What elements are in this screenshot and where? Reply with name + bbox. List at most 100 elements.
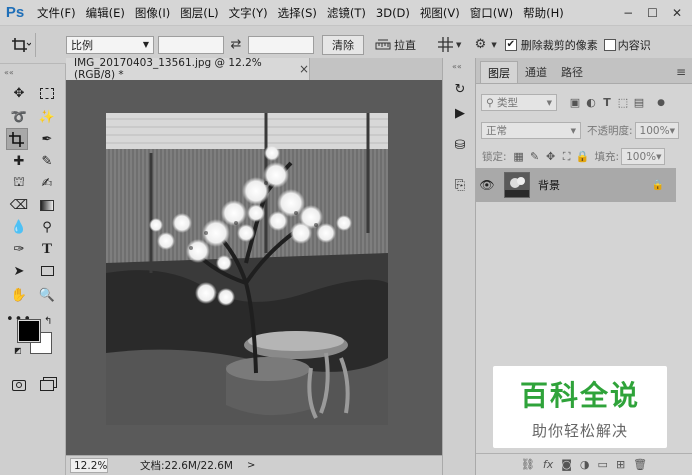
quick-mask-icon[interactable] [8, 374, 30, 396]
gradient-tool-icon[interactable] [36, 194, 58, 216]
lasso-tool-icon[interactable]: ➰ [8, 106, 30, 128]
brush-tool-icon[interactable]: ✎ [36, 150, 58, 172]
blur-tool-icon[interactable]: 💧 [8, 216, 30, 238]
search-icon: ⚲ [486, 97, 494, 109]
menu-window[interactable]: 窗口(W) [465, 5, 518, 21]
filter-shape-icon[interactable]: ⬚ [615, 96, 631, 109]
group-icon[interactable]: ▭ [598, 458, 608, 471]
crop-ratio-select[interactable]: 比例 ▼ [66, 35, 154, 54]
filter-type-icon[interactable]: T [599, 96, 615, 109]
swap-colors-icon[interactable]: ↰ [44, 316, 52, 327]
clone-stamp-tool-icon[interactable]: ⛫ [8, 172, 30, 194]
menu-filter[interactable]: 滤镜(T) [322, 5, 371, 21]
rectangle-tool-icon[interactable] [36, 260, 58, 282]
default-colors-icon[interactable]: ◩ [14, 346, 22, 355]
menu-type[interactable]: 文字(Y) [224, 5, 273, 21]
trash-icon[interactable]: 🗑 [633, 458, 647, 471]
history-brush-tool-icon[interactable]: ✍ [36, 172, 58, 194]
menu-edit[interactable]: 编辑(E) [81, 5, 130, 21]
menu-help[interactable]: 帮助(H) [518, 5, 569, 21]
pen-tool-icon[interactable]: ✑ [8, 238, 30, 260]
filter-smart-object-icon[interactable]: ▤ [631, 96, 647, 109]
menu-layer[interactable]: 图层(L) [175, 5, 223, 21]
straighten-icon[interactable] [372, 38, 394, 52]
filter-pixel-icon[interactable]: ▣ [567, 96, 583, 109]
watermark: 百科全说 助你轻松解决 [493, 366, 667, 448]
close-document-icon[interactable]: × [299, 62, 309, 76]
close-window-icon[interactable]: ✕ [672, 6, 682, 20]
photoshop-logo[interactable]: Ps [4, 2, 26, 24]
chevron-down-icon[interactable]: ▼ [491, 41, 496, 49]
lock-position-icon[interactable]: ✥ [543, 150, 559, 163]
crop-tool-preset-icon[interactable] [6, 32, 36, 57]
tab-layers[interactable]: 图层 [480, 61, 518, 83]
panel-menu-icon[interactable]: ≡ [676, 65, 686, 79]
content-aware-option[interactable]: 内容识 [603, 37, 651, 53]
crop-tool-icon[interactable] [6, 128, 28, 150]
dodge-tool-icon[interactable]: ⚲ [36, 216, 58, 238]
canvas-area[interactable] [66, 80, 442, 455]
layer-filter-select[interactable]: ⚲ 类型 ▼ [481, 94, 557, 111]
new-layer-icon[interactable]: ⊞ [616, 458, 625, 471]
eraser-tool-icon[interactable]: ⌫ [8, 194, 30, 216]
actions-panel-icon[interactable]: ▶ [451, 104, 469, 122]
foreground-color-swatch[interactable] [17, 319, 41, 343]
adjustment-icon[interactable]: ◑ [580, 458, 590, 471]
chevron-down-icon[interactable]: ▼ [456, 41, 461, 49]
filter-adjustment-icon[interactable]: ◐ [583, 96, 599, 109]
collapse-icon[interactable]: «« [4, 68, 14, 77]
lock-all-icon[interactable]: 🔒 [575, 150, 591, 163]
menu-view[interactable]: 视图(V) [415, 5, 465, 21]
tab-channels[interactable]: 通道 [518, 61, 554, 83]
swap-dimensions-icon[interactable]: ⇄ [224, 37, 248, 52]
crop-height-field[interactable] [248, 35, 314, 54]
screen-mode-icon[interactable] [36, 374, 58, 396]
lock-artboard-icon[interactable]: ⛶ [559, 150, 575, 164]
lock-image-icon[interactable]: ✎ [527, 150, 543, 163]
fill-field[interactable]: 100% ▼ [621, 148, 666, 165]
magic-wand-tool-icon[interactable]: ✨ [36, 106, 58, 128]
type-tool-icon[interactable]: T [36, 238, 58, 260]
move-tool-icon[interactable]: ✥ [8, 82, 30, 104]
marquee-tool-icon[interactable] [36, 82, 58, 104]
zoom-level-field[interactable]: 12.2% [70, 458, 108, 473]
crop-width-field[interactable] [158, 35, 224, 54]
tab-paths[interactable]: 路径 [554, 61, 590, 83]
document-size-info: 文档:22.6M/22.6M [140, 460, 233, 472]
link-icon[interactable]: ⛓ [521, 458, 535, 471]
document-tab[interactable]: IMG_20170403_13561.jpg @ 12.2%(RGB/8) * … [66, 57, 310, 81]
maximize-icon[interactable]: ☐ [647, 6, 658, 20]
menu-file[interactable]: 文件(F) [32, 5, 81, 21]
delete-cropped-checkbox[interactable]: ✔ [504, 38, 517, 51]
collapse-icon[interactable]: «« [452, 62, 462, 71]
history-panel-icon[interactable]: ↻ [451, 80, 469, 98]
libraries-panel-icon[interactable]: ⛁ [451, 136, 469, 154]
fx-icon[interactable]: fx [543, 458, 553, 471]
window-controls: − ☐ ✕ [623, 6, 692, 20]
lock-transparent-icon[interactable]: ▦ [511, 150, 527, 163]
opacity-field[interactable]: 100% ▼ [634, 122, 679, 139]
menu-3d[interactable]: 3D(D) [371, 6, 415, 20]
content-aware-checkbox[interactable] [603, 38, 616, 51]
mask-icon[interactable]: ◙ [561, 458, 572, 471]
minimize-icon[interactable]: − [623, 6, 633, 20]
layer-row-background[interactable]: 👁 背景 🔒 [476, 168, 676, 202]
delete-cropped-pixels-option[interactable]: ✔ 删除裁剪的像素 [504, 37, 598, 53]
status-menu-arrow[interactable]: > [247, 460, 255, 471]
overlay-grid-icon[interactable] [434, 37, 456, 52]
straighten-label[interactable]: 拉直 [394, 37, 416, 53]
healing-brush-tool-icon[interactable]: ✚ [8, 150, 30, 172]
eyedropper-tool-icon[interactable]: ✒ [36, 128, 58, 150]
blend-mode-select[interactable]: 正常 ▼ [481, 122, 581, 139]
menu-select[interactable]: 选择(S) [273, 5, 322, 21]
zoom-tool-icon[interactable]: 🔍 [36, 284, 58, 306]
hand-tool-icon[interactable]: ✋ [8, 284, 30, 306]
filter-toggle-icon[interactable]: ● [653, 98, 669, 108]
layer-name[interactable]: 背景 [538, 177, 560, 193]
path-selection-tool-icon[interactable]: ➤ [8, 260, 30, 282]
properties-panel-icon[interactable]: ⎘ [451, 176, 469, 194]
gear-icon[interactable]: ⚙ [469, 37, 491, 52]
eye-icon[interactable]: 👁 [476, 178, 498, 192]
menu-image[interactable]: 图像(I) [130, 5, 175, 21]
clear-button[interactable]: 清除 [322, 34, 364, 55]
